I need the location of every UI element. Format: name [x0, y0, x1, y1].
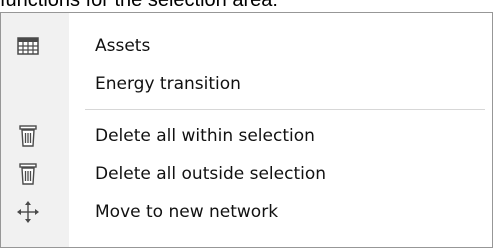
menu-item-move-network[interactable]: Move to new network [1, 193, 493, 231]
menu-item-energy-transition[interactable]: Energy transition [1, 65, 493, 103]
menu-item-delete-outside[interactable]: Delete all outside selection [1, 155, 493, 193]
trash-bin-icon [16, 124, 40, 148]
move-arrows-icon [16, 200, 40, 224]
menu-item-label: Assets [95, 36, 151, 56]
menu-item-label: Delete all within selection [95, 126, 315, 146]
menu-item-label: Energy transition [95, 74, 241, 94]
menu-item-delete-within[interactable]: Delete all within selection [1, 117, 493, 155]
menu-separator [85, 109, 485, 110]
grid-table-icon [16, 34, 40, 58]
context-menu: Assets Energy transition Delete all with… [0, 12, 493, 248]
trash-bin-icon [16, 162, 40, 186]
menu-item-label: Move to new network [95, 202, 279, 222]
caption-text: functions for the selection area: [0, 0, 278, 11]
menu-item-label: Delete all outside selection [95, 164, 327, 184]
menu-item-assets[interactable]: Assets [1, 27, 493, 65]
